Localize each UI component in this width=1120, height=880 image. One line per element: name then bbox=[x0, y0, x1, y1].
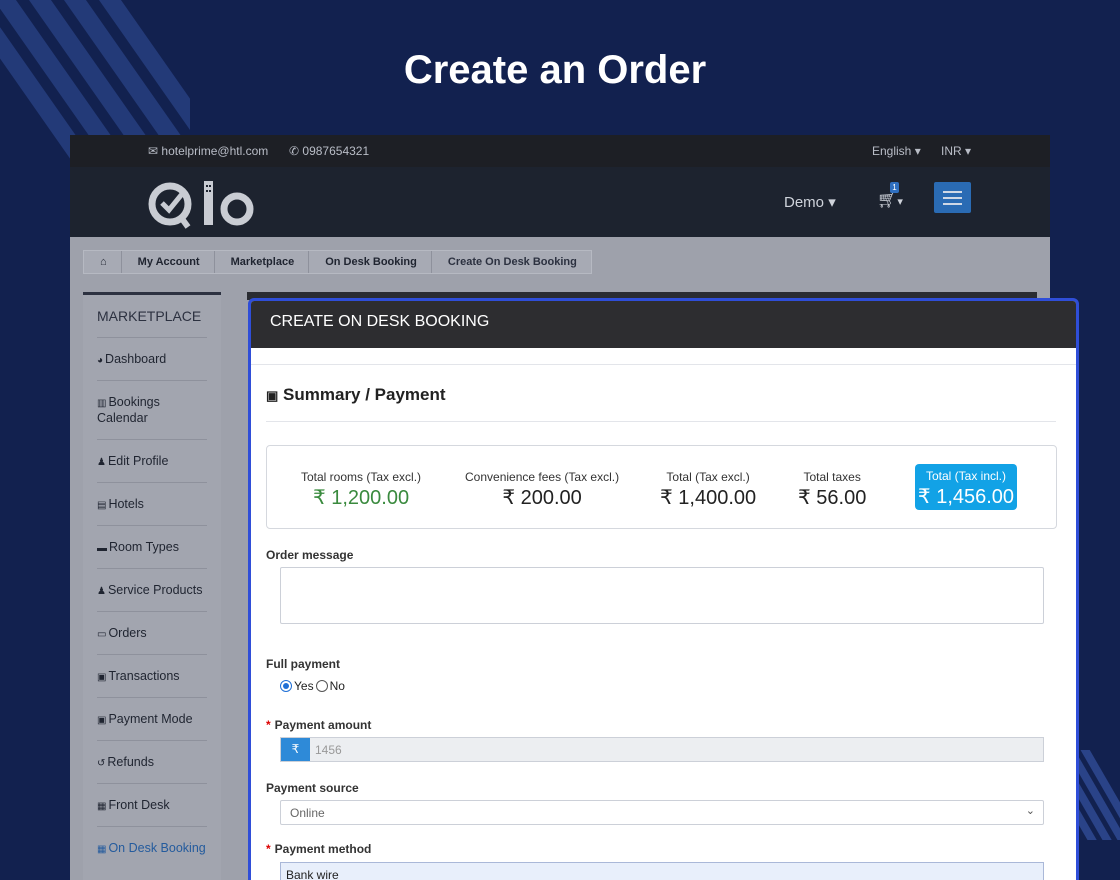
payment-amount-value: 1456 bbox=[315, 743, 342, 757]
home-icon: ⌂ bbox=[100, 256, 107, 268]
full-payment-yes-radio[interactable] bbox=[280, 680, 292, 692]
bed-icon: ▬ bbox=[97, 543, 107, 554]
cart-count-badge: 1 bbox=[890, 182, 899, 193]
sidebar-item-payment-mode[interactable]: ▣ Payment Mode bbox=[97, 697, 207, 740]
sidebar: MARKETPLACE ◕ Dashboard ▥ Bookings Calenda… bbox=[83, 292, 221, 880]
calendar-icon: ▦ bbox=[97, 844, 107, 855]
panel-title: CREATE ON DESK BOOKING bbox=[251, 301, 1076, 348]
credit-card-icon: ▭ bbox=[97, 629, 107, 640]
user-plus-icon: ♟ bbox=[97, 586, 106, 597]
sidebar-item-bookings-calendar[interactable]: ▥ Bookings Calendar bbox=[97, 380, 207, 439]
no-label: No bbox=[329, 679, 345, 693]
sidebar-item-refunds[interactable]: ↺ Refunds bbox=[97, 740, 207, 783]
cart-dropdown[interactable]: 🛒︎▾ bbox=[877, 190, 903, 210]
money-icon: ▣ bbox=[97, 715, 107, 726]
top-bar: ✉ hotelprime@htl.com ✆ 0987654321 Englis… bbox=[70, 135, 1050, 167]
calendar-icon: ▦ bbox=[97, 801, 107, 812]
caret-down-icon: ▾ bbox=[914, 144, 921, 158]
payment-amount-label: * Payment amount bbox=[266, 718, 372, 732]
breadcrumb-my-account[interactable]: My Account bbox=[120, 251, 214, 273]
qlo-logo[interactable] bbox=[148, 177, 258, 229]
order-message-label: Order message bbox=[266, 548, 354, 562]
summary-total-rooms: Total rooms (Tax excl.) ₹ 1,200.00 bbox=[301, 470, 422, 509]
sidebar-title: MARKETPLACE bbox=[97, 308, 202, 324]
page-headline: Create an Order bbox=[403, 48, 707, 92]
language-dropdown[interactable]: English ▾ bbox=[872, 144, 921, 158]
caret-down-icon: ▾ bbox=[965, 144, 972, 158]
sidebar-item-edit-profile[interactable]: ♟ Edit Profile bbox=[97, 439, 207, 482]
sidebar-item-front-desk[interactable]: ▦ Front Desk bbox=[97, 783, 207, 826]
order-summary: Total rooms (Tax excl.) ₹ 1,200.00 Conve… bbox=[266, 445, 1057, 529]
sidebar-item-transactions[interactable]: ▣ Transactions bbox=[97, 654, 207, 697]
section-title: ▣ Summary / Payment bbox=[266, 385, 446, 404]
caret-down-icon: ▾ bbox=[897, 196, 903, 208]
user-icon: ♟ bbox=[97, 457, 106, 468]
money-icon: ▣ bbox=[266, 388, 279, 403]
undo-icon: ↺ bbox=[97, 758, 106, 769]
phone-icon: ✆ bbox=[289, 144, 300, 158]
breadcrumb-marketplace[interactable]: Marketplace bbox=[213, 251, 309, 273]
user-dropdown[interactable]: Demo ▾ bbox=[784, 193, 836, 211]
envelope-icon: ✉ bbox=[148, 144, 159, 158]
sidebar-item-dashboard[interactable]: ◕ Dashboard bbox=[97, 337, 207, 380]
breadcrumb-on-desk-booking[interactable]: On Desk Booking bbox=[308, 251, 431, 273]
full-payment-options: Yes No bbox=[280, 679, 345, 693]
currency-dropdown[interactable]: INR ▾ bbox=[941, 144, 971, 158]
breadcrumb: ⌂ My Account Marketplace On Desk Booking… bbox=[83, 250, 592, 274]
payment-method-input[interactable]: Bank wire bbox=[280, 862, 1044, 880]
breadcrumb-home[interactable]: ⌂ bbox=[84, 251, 121, 273]
create-booking-panel: CREATE ON DESK BOOKING ▣ Summary / Payme… bbox=[248, 298, 1079, 880]
full-payment-no-radio[interactable] bbox=[315, 680, 328, 692]
rupee-icon: ₹ bbox=[281, 738, 310, 761]
dashboard-icon: ◕ bbox=[97, 355, 104, 366]
main-navbar: Demo ▾ 🛒︎▾ 1 bbox=[70, 167, 1050, 237]
summary-total-tax-incl: Total (Tax incl.) ₹ 1,456.00 bbox=[915, 464, 1017, 510]
phone-link[interactable]: ✆ 0987654321 bbox=[289, 144, 369, 158]
order-message-textarea[interactable] bbox=[280, 567, 1044, 624]
payment-amount-input[interactable]: ₹ 1456 bbox=[280, 737, 1044, 762]
payment-source-label: Payment source bbox=[266, 781, 359, 795]
bar-chart-icon: ▥ bbox=[97, 398, 107, 409]
payment-method-label: * Payment method bbox=[266, 842, 372, 856]
sidebar-item-service-products[interactable]: ♟ Service Products bbox=[97, 568, 207, 611]
caret-down-icon: ▾ bbox=[828, 194, 836, 211]
sidebar-item-room-types[interactable]: ▬ Room Types bbox=[97, 525, 207, 568]
sidebar-item-hotels[interactable]: ▤ Hotels bbox=[97, 482, 207, 525]
sidebar-item-orders[interactable]: ▭ Orders bbox=[97, 611, 207, 654]
money-icon: ▣ bbox=[97, 672, 107, 683]
summary-convenience-fees: Convenience fees (Tax excl.) ₹ 200.00 bbox=[465, 470, 620, 509]
cart-icon: 🛒︎ bbox=[877, 192, 898, 209]
hamburger-menu-button[interactable] bbox=[934, 182, 971, 213]
summary-total-taxes: Total taxes ₹ 56.00 bbox=[798, 470, 867, 509]
sidebar-item-on-desk-booking[interactable]: ▦ On Desk Booking bbox=[97, 826, 207, 880]
building-icon: ▤ bbox=[97, 500, 107, 511]
payment-source-select[interactable]: Online ⌄ bbox=[280, 800, 1044, 825]
breadcrumb-current: Create On Desk Booking bbox=[430, 251, 591, 273]
email-link[interactable]: ✉ hotelprime@htl.com bbox=[148, 144, 268, 158]
summary-total-tax-excl: Total (Tax excl.) ₹ 1,400.00 bbox=[660, 470, 757, 509]
yes-label: Yes bbox=[294, 679, 314, 693]
chevron-down-icon: ⌄ bbox=[1025, 805, 1035, 817]
full-payment-label: Full payment bbox=[266, 657, 341, 671]
